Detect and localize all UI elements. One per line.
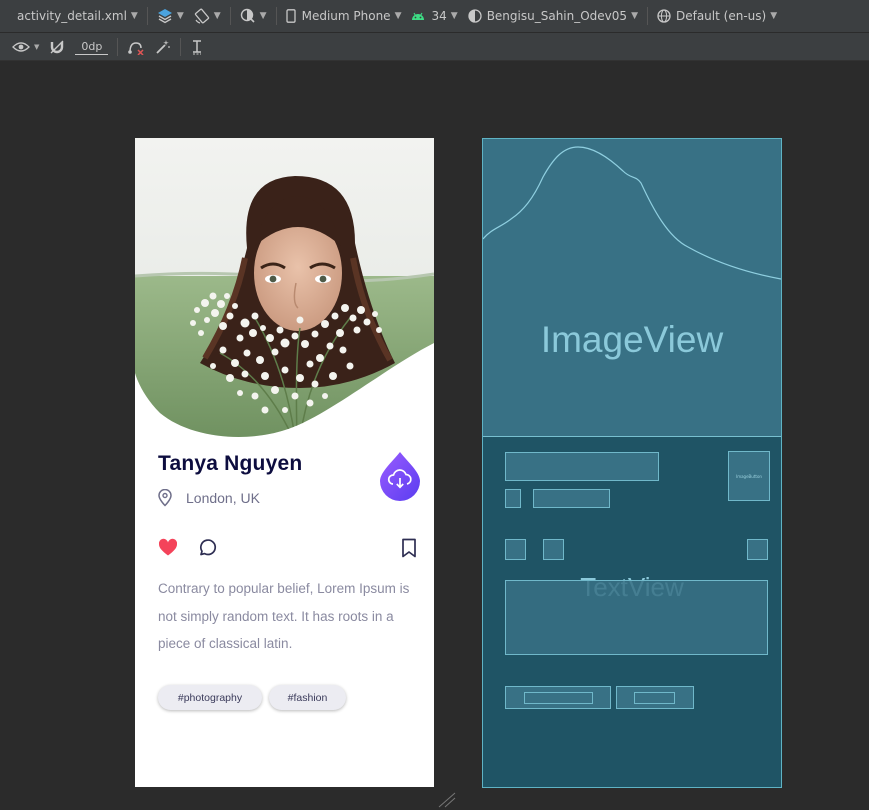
blueprint-tag-1-text (524, 692, 593, 704)
layout-editor-toolbar: activity_detail.xml ▼ ▼ ▼ ▼ Medium Phone ▼… (0, 0, 869, 33)
api-level: 34 (431, 9, 447, 23)
eye-icon (12, 41, 30, 52)
toolbar-divider (229, 7, 231, 25)
orientation-button[interactable]: ▼ (189, 4, 226, 28)
baseline-icon (193, 39, 202, 54)
blueprint-tag-1[interactable] (505, 686, 611, 709)
link-icon (128, 41, 144, 55)
resize-handle[interactable] (437, 790, 457, 808)
toolbar-divider (180, 37, 182, 56)
autoconnect-toggle[interactable] (44, 35, 70, 59)
imagebutton-label: ImageButton (736, 473, 762, 479)
image-outline (483, 146, 781, 280)
layout-tools-toolbar: ▼ 0dp (0, 33, 869, 61)
comment-icon[interactable] (197, 538, 217, 558)
design-preview[interactable]: Tanya Nguyen London, UK Contrary to popu… (135, 138, 434, 787)
theme-selector[interactable]: Bengisu_Sahin_Odev05 ▼ (463, 4, 643, 28)
tag-chip[interactable]: #fashion (269, 685, 346, 710)
view-options-button[interactable]: ▼ (7, 35, 44, 59)
default-margin-button[interactable]: 0dp (70, 35, 113, 59)
chevron-down-icon: ▼ (176, 11, 184, 21)
blueprint-preview[interactable]: ImageView ImageButton TextView (482, 138, 782, 788)
night-mode-button[interactable]: ▼ (235, 4, 272, 28)
phone-icon (285, 9, 296, 23)
heart-icon[interactable] (158, 538, 178, 558)
chevron-down-icon: ▼ (394, 11, 402, 21)
file-name: activity_detail.xml (17, 9, 127, 23)
chevron-down-icon: ▼ (213, 11, 221, 21)
file-selector[interactable]: activity_detail.xml ▼ (12, 4, 143, 28)
chevron-down-icon: ▼ (34, 42, 40, 51)
blueprint-name-textview[interactable] (505, 452, 659, 481)
infer-constraints-button[interactable] (150, 35, 176, 59)
profile-photo (135, 138, 434, 437)
imageview-label: ImageView (540, 319, 724, 360)
location-pin-icon (158, 489, 172, 507)
design-surface-button[interactable]: ▼ (152, 4, 189, 28)
blueprint-imageview[interactable]: ImageView (483, 139, 781, 437)
blueprint-location-textview[interactable] (533, 489, 610, 508)
chevron-down-icon: ▼ (770, 11, 778, 21)
blueprint-location-icon[interactable] (505, 489, 521, 508)
locale-selector[interactable]: Default (en-us) ▼ (652, 4, 782, 28)
download-button[interactable] (379, 451, 421, 501)
blueprint-tag-2[interactable] (616, 686, 694, 709)
bookmark-icon[interactable] (401, 538, 417, 558)
api-selector[interactable]: 34 ▼ (406, 4, 462, 28)
rotate-icon (194, 8, 209, 24)
chevron-down-icon: ▼ (631, 11, 638, 21)
margin-value: 0dp (75, 39, 109, 55)
blueprint-comment-icon[interactable] (543, 539, 564, 560)
magic-wand-icon (156, 39, 171, 54)
profile-name: Tanya Nguyen (158, 452, 303, 475)
chevron-down-icon: ▼ (450, 11, 458, 21)
device-selector[interactable]: Medium Phone ▼ (281, 4, 407, 28)
tag-chip[interactable]: #photography (158, 685, 262, 710)
toolbar-divider (117, 37, 119, 56)
locale-name: Default (en-us) (675, 9, 767, 23)
guidelines-button[interactable] (185, 35, 209, 59)
toolbar-divider (646, 7, 648, 25)
chevron-down-icon: ▼ (259, 11, 267, 21)
profile-location: London, UK (186, 490, 260, 506)
device-name: Medium Phone (301, 9, 391, 23)
clear-constraints-button[interactable] (122, 35, 150, 59)
toolbar-divider (275, 7, 277, 25)
layers-icon (157, 9, 172, 24)
blueprint-bookmark-icon[interactable] (747, 539, 768, 560)
theme-name: Bengisu_Sahin_Odev05 (486, 9, 628, 23)
android-icon (412, 12, 425, 20)
magnet-icon (50, 40, 64, 53)
profile-description: Contrary to popular belief, Lorem Ipsum … (158, 581, 410, 651)
blueprint-tag-2-text (634, 692, 675, 704)
blueprint-description-textview[interactable] (505, 580, 768, 655)
blueprint-imagebutton[interactable]: ImageButton (728, 451, 770, 501)
toolbar-divider (146, 7, 148, 25)
blueprint-heart-icon[interactable] (505, 539, 526, 560)
globe-icon (657, 9, 671, 23)
chevron-down-icon: ▼ (130, 11, 138, 21)
theme-icon (468, 9, 482, 23)
night-mode-icon (240, 8, 255, 23)
